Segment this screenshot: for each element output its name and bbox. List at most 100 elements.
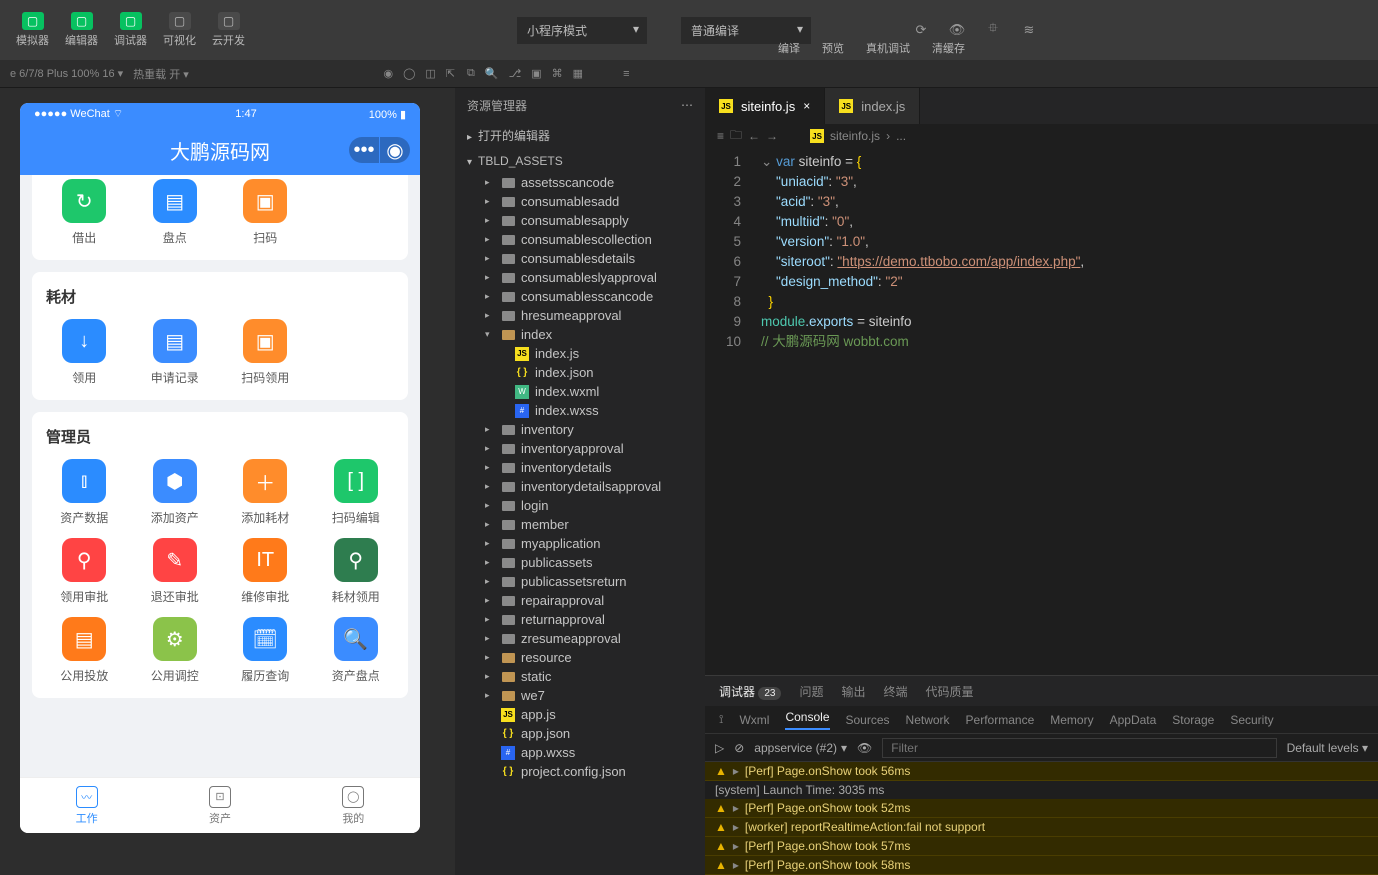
tree-index.wxml[interactable]: Windex.wxml	[463, 382, 705, 401]
search-icon[interactable]: 🔍	[485, 67, 499, 80]
tree-project.config.json[interactable]: { }project.config.json	[463, 762, 705, 781]
code-area[interactable]: ⌄ var siteinfo = { "uniacid": "3", "acid…	[755, 148, 1378, 675]
tree-publicassetsreturn[interactable]: ▸publicassetsreturn	[463, 572, 705, 591]
tree-inventoryapproval[interactable]: ▸inventoryapproval	[463, 439, 705, 458]
stop-icon[interactable]: ◫	[425, 67, 435, 80]
app-履历查询[interactable]: 🗓履历查询	[223, 617, 308, 684]
dbg-sub-Sources[interactable]: Sources	[846, 713, 890, 727]
toolbar-编辑器[interactable]: ▢编辑器	[59, 8, 104, 52]
dbg-tab-调试器[interactable]: 调试器 23	[719, 683, 781, 700]
dbg-sub-Performance[interactable]: Performance	[966, 713, 1035, 727]
app-领用审批[interactable]: ⚲领用审批	[42, 538, 127, 605]
tree-consumablesadd[interactable]: ▸consumablesadd	[463, 192, 705, 211]
tree-myapplication[interactable]: ▸myapplication	[463, 534, 705, 553]
terminal-icon[interactable]: ⌘	[552, 67, 563, 80]
tree-inventory[interactable]: ▸inventory	[463, 420, 705, 439]
arrow-right-icon[interactable]: →	[766, 129, 778, 143]
circle-icon[interactable]: ◯	[403, 67, 415, 80]
inspect-icon[interactable]: ⟟	[719, 712, 723, 727]
tree-returnapproval[interactable]: ▸returnapproval	[463, 610, 705, 629]
tree-we7[interactable]: ▸we7	[463, 686, 705, 705]
preview-label[interactable]: 预览	[822, 40, 844, 56]
app-退还审批[interactable]: ✎退还审批	[133, 538, 218, 605]
stack-icon[interactable]: ≋	[1015, 18, 1043, 42]
app-添加资产[interactable]: ⬢添加资产	[133, 459, 218, 526]
tree-consumablescollection[interactable]: ▸consumablescollection	[463, 230, 705, 249]
tree-consumablesscancode[interactable]: ▸consumablesscancode	[463, 287, 705, 306]
dbg-sub-Memory[interactable]: Memory	[1050, 713, 1093, 727]
app-领用[interactable]: ↓领用	[42, 319, 127, 386]
dbg-sub-Network[interactable]: Network	[906, 713, 950, 727]
app-扫码编辑[interactable]: [ ]扫码编辑	[314, 459, 399, 526]
tree-index[interactable]: ▾index	[463, 325, 705, 344]
levels-select[interactable]: Default levels ▾	[1287, 741, 1368, 755]
tab-工作[interactable]: 〰工作	[20, 778, 153, 833]
tree-static[interactable]: ▸static	[463, 667, 705, 686]
tree-app.wxss[interactable]: #app.wxss	[463, 743, 705, 762]
tree-index.wxss[interactable]: #index.wxss	[463, 401, 705, 420]
capsule-menu[interactable]: •••	[349, 137, 379, 163]
play-icon[interactable]: ▷	[715, 741, 724, 755]
app-扫码[interactable]: ▣扫码	[223, 179, 308, 246]
tree-publicassets[interactable]: ▸publicassets	[463, 553, 705, 572]
tree-consumableslyapproval[interactable]: ▸consumableslyapproval	[463, 268, 705, 287]
bug-icon[interactable]: ⯐	[979, 18, 1007, 42]
project-section[interactable]: TBLD_ASSETS	[455, 149, 705, 173]
filter-input[interactable]	[882, 738, 1276, 758]
tab-我的[interactable]: ◯我的	[287, 778, 420, 833]
etab-index.js[interactable]: JSindex.js	[825, 88, 920, 124]
tree-resource[interactable]: ▸resource	[463, 648, 705, 667]
tree-app.json[interactable]: { }app.json	[463, 724, 705, 743]
device-info[interactable]: e 6/7/8 Plus 100% 16 ▾	[10, 67, 123, 80]
app-申请记录[interactable]: ▤申请记录	[133, 319, 218, 386]
toolbar-调试器[interactable]: ▢调试器	[108, 8, 153, 52]
tree-index.js[interactable]: JSindex.js	[463, 344, 705, 363]
eye-icon[interactable]: 👁	[943, 18, 971, 42]
tree-index.json[interactable]: { }index.json	[463, 363, 705, 382]
tree-repairapproval[interactable]: ▸repairapproval	[463, 591, 705, 610]
box-icon[interactable]: ▣	[531, 67, 541, 80]
arrow-left-icon[interactable]: ←	[748, 129, 760, 143]
app-耗材领用[interactable]: ⚲耗材领用	[314, 538, 399, 605]
app-公用投放[interactable]: ▤公用投放	[42, 617, 127, 684]
dbg-sub-Console[interactable]: Console	[785, 710, 829, 730]
copy-icon[interactable]: ⧉	[467, 67, 475, 80]
tree-member[interactable]: ▸member	[463, 515, 705, 534]
app-借出[interactable]: ↻借出	[42, 179, 127, 246]
branch-icon[interactable]: ⎇	[509, 67, 522, 80]
compile-label[interactable]: 编译	[778, 40, 800, 56]
more-icon[interactable]: ⋯	[681, 98, 693, 112]
toolbar-模拟器[interactable]: ▢模拟器	[10, 8, 55, 52]
refresh-icon[interactable]: ⟳	[907, 18, 935, 42]
mode-select[interactable]: 小程序模式	[517, 17, 647, 44]
app-公用调控[interactable]: ⚙公用调控	[133, 617, 218, 684]
tree-consumablesapply[interactable]: ▸consumablesapply	[463, 211, 705, 230]
tree-zresumeapproval[interactable]: ▸zresumeapproval	[463, 629, 705, 648]
tree-login[interactable]: ▸login	[463, 496, 705, 515]
crumb-file[interactable]: siteinfo.js	[830, 129, 880, 143]
etab-siteinfo.js[interactable]: JSsiteinfo.js×	[705, 88, 825, 124]
app-资产数据[interactable]: ⫾资产数据	[42, 459, 127, 526]
record-icon[interactable]: ◉	[383, 67, 393, 80]
tree-inventorydetails[interactable]: ▸inventorydetails	[463, 458, 705, 477]
toolbar-云开发[interactable]: ▢云开发	[206, 8, 251, 52]
dbg-sub-Security[interactable]: Security	[1230, 713, 1273, 727]
eye2-icon[interactable]: 👁	[857, 741, 872, 755]
toolbar-可视化[interactable]: ▢可视化	[157, 8, 202, 52]
clear-cache-label[interactable]: 清缓存	[932, 40, 965, 56]
chip-icon[interactable]: ▦	[573, 67, 583, 80]
dbg-tab-问题[interactable]: 问题	[799, 683, 823, 700]
tree-app.js[interactable]: JSapp.js	[463, 705, 705, 724]
tree-consumablesdetails[interactable]: ▸consumablesdetails	[463, 249, 705, 268]
clear-icon[interactable]: ⊘	[734, 741, 744, 755]
capsule-close[interactable]: ◉	[380, 137, 410, 163]
app-扫码领用[interactable]: ▣扫码领用	[223, 319, 308, 386]
app-资产盘点[interactable]: 🔍资产盘点	[314, 617, 399, 684]
tree-assetsscancode[interactable]: ▸assetsscancode	[463, 173, 705, 192]
tree-inventorydetailsapproval[interactable]: ▸inventorydetailsapproval	[463, 477, 705, 496]
tree-hresumeapproval[interactable]: ▸hresumeapproval	[463, 306, 705, 325]
tab-资产[interactable]: ⊡资产	[153, 778, 286, 833]
dbg-tab-终端[interactable]: 终端	[884, 683, 908, 700]
hot-reload[interactable]: 热重载 开 ▾	[133, 66, 189, 82]
nav-back-icon[interactable]: ≡	[717, 129, 724, 143]
